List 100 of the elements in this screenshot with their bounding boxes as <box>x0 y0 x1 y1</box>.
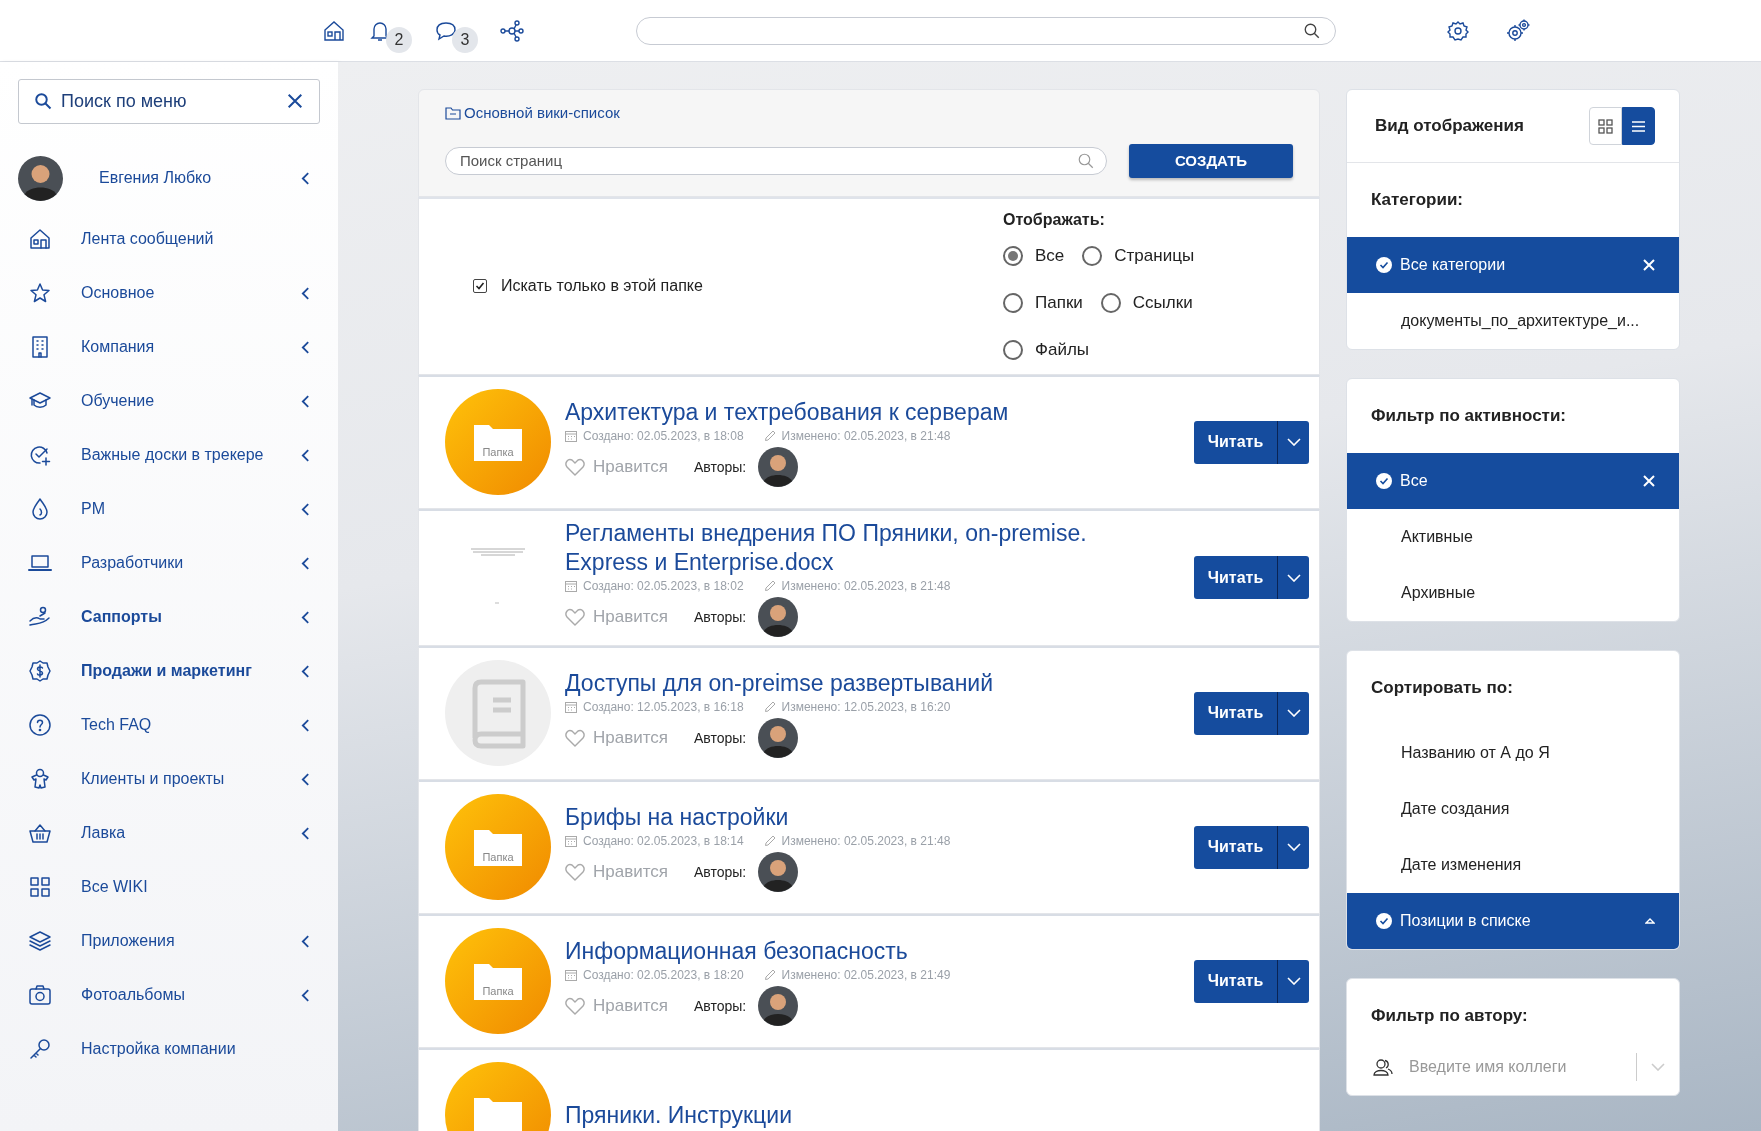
menu-item[interactable]: Настройка компании <box>81 1040 310 1058</box>
modified-date: Изменено: 02.05.2023, в 21:48 <box>781 833 951 848</box>
breadcrumb-link[interactable]: Основной вики-список <box>445 104 620 121</box>
display-label: Отображать: <box>1003 210 1106 229</box>
authors-label: Авторы: <box>694 729 747 746</box>
grid-view-button[interactable] <box>1589 107 1622 145</box>
filter-option[interactable]: Все категории <box>1347 237 1679 293</box>
layers-icon <box>28 929 52 953</box>
menu-search-field[interactable]: Поиск по меню <box>18 79 320 124</box>
menu-item[interactable]: Основное <box>81 284 301 302</box>
menu-item[interactable]: Важные доски в трекере <box>81 446 301 464</box>
read-button[interactable]: Читать <box>1194 959 1277 1003</box>
read-button[interactable]: Читать <box>1194 691 1277 735</box>
menu-item[interactable]: Разработчики <box>81 554 301 572</box>
folder-icon <box>445 105 461 120</box>
heart-icon <box>565 728 585 747</box>
menu-item[interactable]: Обучение <box>81 392 301 410</box>
folder-label: Папка <box>481 445 515 458</box>
filter-option[interactable]: Все <box>1347 453 1679 509</box>
menu-item[interactable]: Компания <box>81 338 301 356</box>
menu-item[interactable]: Лента сообщений <box>81 230 310 248</box>
created-date: Создано: 02.05.2023, в 18:02 <box>583 578 744 593</box>
dropdown-button[interactable] <box>1277 825 1309 869</box>
grid-icon <box>28 875 52 899</box>
chevron-icon[interactable] <box>301 502 310 516</box>
user-name[interactable]: Евгения Любко <box>99 169 301 187</box>
chevron-icon[interactable] <box>301 826 310 840</box>
menu-item[interactable]: Фотоальбомы <box>81 986 301 1004</box>
dropdown-button[interactable] <box>1277 691 1309 735</box>
close-icon[interactable] <box>286 92 304 110</box>
created-date: Создано: 02.05.2023, в 18:08 <box>583 428 744 443</box>
chevron-icon[interactable] <box>301 610 310 624</box>
page-title-link[interactable]: Доступы для on-preimse развертываний <box>565 668 1125 698</box>
chevron-icon[interactable] <box>301 286 310 300</box>
radio-option[interactable]: Файлы <box>1003 340 1089 360</box>
chevron-icon[interactable] <box>301 556 310 570</box>
menu-item[interactable]: Все WIKI <box>81 878 310 896</box>
chevron-down-icon <box>1286 709 1301 717</box>
author-avatar <box>758 596 799 637</box>
chevron-icon[interactable] <box>301 934 310 948</box>
chevron-down-icon <box>1286 977 1301 985</box>
checkbox[interactable] <box>473 279 487 293</box>
filter-option[interactable]: Архивные <box>1347 565 1679 621</box>
page-search-field[interactable]: Поиск страниц <box>445 146 1107 175</box>
chevron-icon[interactable] <box>301 718 310 732</box>
menu-item[interactable]: Продажи и маркетинг <box>81 662 301 680</box>
pencil-icon <box>763 968 776 981</box>
list-view-button[interactable] <box>1622 107 1655 145</box>
create-button[interactable]: СОЗДАТЬ <box>1129 143 1293 178</box>
filter-option[interactable]: Дате создания <box>1347 781 1679 837</box>
read-button[interactable]: Читать <box>1194 556 1277 599</box>
page-title-link[interactable]: Информационная безопасность <box>565 936 1125 966</box>
radio-option[interactable]: Ссылки <box>1100 293 1193 313</box>
page-title-link[interactable]: Регламенты внедрения ПО Пряники, on-premise. Express и Enterprise.docx <box>565 518 1125 577</box>
pencil-icon <box>763 700 776 713</box>
camera-icon <box>28 983 52 1007</box>
chevron-icon[interactable] <box>301 988 310 1002</box>
caret-up-icon[interactable] <box>1645 918 1655 924</box>
search-icon[interactable] <box>1303 21 1321 40</box>
calendar-icon <box>565 834 577 847</box>
chevron-icon[interactable] <box>301 448 310 462</box>
heart-icon <box>565 607 585 626</box>
chevron-icon[interactable] <box>301 394 310 408</box>
dropdown-button[interactable] <box>1277 420 1309 464</box>
dropdown-button[interactable] <box>1277 959 1309 1003</box>
radio-option[interactable]: Папки <box>1003 293 1083 313</box>
page-title-link[interactable]: Архитектура и техтребования к серверам <box>565 397 1125 427</box>
menu-item[interactable]: Лавка <box>81 824 301 842</box>
radio-option[interactable]: Страницы <box>1082 246 1195 266</box>
dropdown-button[interactable] <box>1277 556 1309 599</box>
author-field[interactable]: Введите имя коллеги <box>1407 1053 1637 1081</box>
network-icon[interactable] <box>500 18 524 43</box>
chevron-icon[interactable] <box>301 664 310 678</box>
menu-item[interactable]: Саппорты <box>81 608 301 626</box>
panel-title: Сортировать по: <box>1370 677 1514 699</box>
folder-label: Папка <box>481 984 515 997</box>
chevron-icon[interactable] <box>301 772 310 786</box>
filter-option[interactable]: Названию от А до Я <box>1347 725 1679 781</box>
menu-item[interactable]: PM <box>81 500 301 518</box>
menu-item[interactable]: Приложения <box>81 932 301 950</box>
authors-label: Авторы: <box>694 997 747 1014</box>
chevron-icon[interactable] <box>301 171 310 185</box>
notification-count: 2 <box>386 26 412 53</box>
filter-option[interactable]: Позиции в списке <box>1347 893 1679 949</box>
chevron-icon[interactable] <box>301 340 310 354</box>
filter-option[interactable]: Дате изменения <box>1347 837 1679 893</box>
panel-title: Фильтр по автору: <box>1370 1005 1529 1027</box>
filter-option[interactable]: документы_по_архитектуре_и... <box>1347 293 1679 349</box>
checkbox-label: Искать только в этой папке <box>501 277 703 295</box>
filter-option[interactable]: Активные <box>1347 509 1679 565</box>
gears-icon[interactable] <box>1506 18 1530 43</box>
folder-icon <box>445 793 551 900</box>
menu-item[interactable]: Tech FAQ <box>81 716 301 734</box>
heart-icon <box>565 862 585 881</box>
grid-icon <box>1598 118 1613 134</box>
menu-item[interactable]: Клиенты и проекты <box>81 770 301 788</box>
radio-option[interactable]: Все <box>1003 246 1065 266</box>
page-title-link[interactable]: Брифы на настройки <box>565 802 1125 832</box>
read-button[interactable]: Читать <box>1194 420 1277 464</box>
read-button[interactable]: Читать <box>1194 825 1277 869</box>
